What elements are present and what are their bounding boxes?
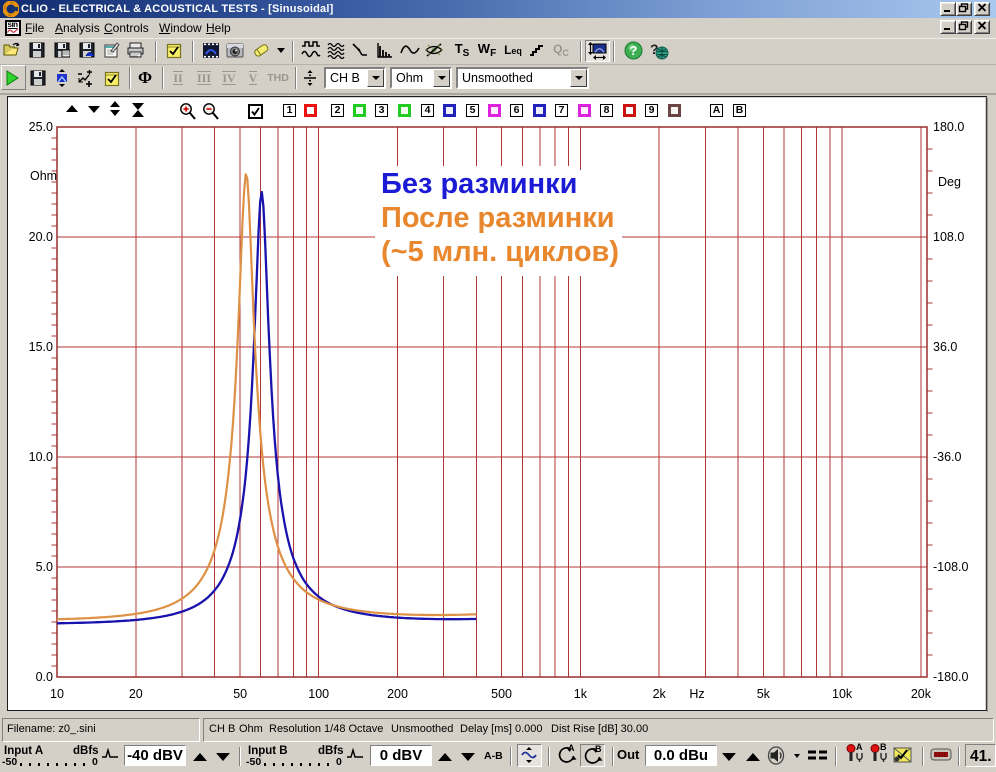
svg-text:200: 200 <box>387 687 408 701</box>
svg-text:25.0: 25.0 <box>29 120 53 134</box>
svg-text:Ohm: Ohm <box>30 169 57 183</box>
svg-text:10: 10 <box>50 687 64 701</box>
svg-text:?: ? <box>629 43 637 58</box>
svg-text:0.0: 0.0 <box>36 670 53 684</box>
svg-text:-108.0: -108.0 <box>933 560 968 574</box>
svg-text:10k: 10k <box>832 687 853 701</box>
svg-text:20.0: 20.0 <box>29 230 53 244</box>
svg-text:5.0: 5.0 <box>36 560 53 574</box>
svg-text:2k: 2k <box>653 687 667 701</box>
svg-text:Deg: Deg <box>938 175 961 189</box>
svg-text:15.0: 15.0 <box>29 340 53 354</box>
svg-text:20: 20 <box>129 687 143 701</box>
svg-text:100: 100 <box>308 687 329 701</box>
svg-text:500: 500 <box>491 687 512 701</box>
svg-text:10.0: 10.0 <box>29 450 53 464</box>
svg-text:Hz: Hz <box>689 687 704 701</box>
svg-text:-180.0: -180.0 <box>933 670 968 684</box>
svg-text:36.0: 36.0 <box>933 340 957 354</box>
svg-text:5k: 5k <box>757 687 771 701</box>
svg-text:108.0: 108.0 <box>933 230 964 244</box>
svg-text:20k: 20k <box>911 687 932 701</box>
svg-text:180.0: 180.0 <box>933 120 964 134</box>
svg-text:-36.0: -36.0 <box>933 450 962 464</box>
svg-text:50: 50 <box>233 687 247 701</box>
svg-text:1k: 1k <box>574 687 588 701</box>
